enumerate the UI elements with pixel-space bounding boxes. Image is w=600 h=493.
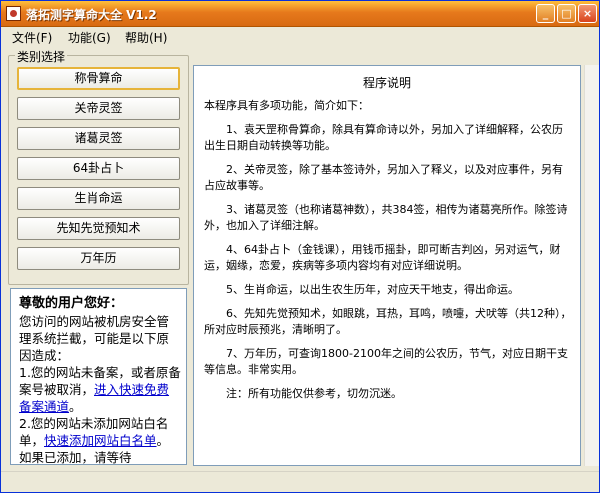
description-title: 程序说明 xyxy=(362,76,411,90)
description-item-6: 6、先知先觉预知术，如眼跳，耳热，耳鸣，喷嚏，犬吠等（共12种），所对应时辰预兆… xyxy=(204,307,572,336)
notice-item-2: 2.您的网站未添加网站白名单，快速添加网站白名单。如果已添加，请等待 xyxy=(19,415,181,464)
menu-function[interactable]: 功能(G) xyxy=(68,29,111,46)
description-item-2: 2、关帝灵签，除了基本签诗外，另加入了释义，以及对应事件，另有占应故事等。 xyxy=(204,163,563,192)
blocked-notice-panel: 尊敬的用户您好： 您访问的网站被机房安全管理系统拦截，可能是以下原因造成： 1.… xyxy=(10,288,187,465)
vertical-scrollbar[interactable] xyxy=(584,65,599,466)
description-item-4: 4、64卦占卜（金钱课），用钱币摇卦，即可断吉判凶，另对运气，财运，姻缘，恋爱，… xyxy=(204,243,561,272)
app-icon[interactable] xyxy=(6,6,21,21)
description-item-5: 5、生肖命运，以出生农生历年，对应天干地支，得出命运。 xyxy=(226,283,519,296)
notice-paragraph: 您访问的网站被机房安全管理系统拦截，可能是以下原因造成： xyxy=(19,314,170,363)
whitelist-link[interactable]: 快速添加网站白名单 xyxy=(44,433,157,448)
notice-item-1: 1.您的网站未备案，或者原备案号被取消，进入快速免费备案通道。 xyxy=(19,364,181,415)
description-item-7: 7、万年历，可查询1800-2100年之间的公农历，节气，对应日期干支等信息。非… xyxy=(204,347,568,376)
category-button-guandi[interactable]: 关帝灵签 xyxy=(17,97,180,120)
description-intro: 本程序具有多项功能，简介如下： xyxy=(204,99,369,112)
menu-bar: 文件(F) 功能(G) 帮助(H) xyxy=(1,27,599,46)
description-item-3: 3、诸葛灵签（也称诸葛神数），共384签，相传为诸葛亮所作。除签诗外，也加入了详… xyxy=(204,203,568,232)
description-body: 本程序具有多项功能，简介如下： 1、袁天罡称骨算命，除具有算命诗以外，另加入了详… xyxy=(204,98,572,410)
menu-help[interactable]: 帮助(H) xyxy=(125,29,167,46)
status-bar xyxy=(1,471,599,492)
title-bar[interactable]: 落拓测字算命大全 V1.2 _ □ × xyxy=(1,1,599,27)
description-item-1: 1、袁天罡称骨算命，除具有算命诗以外，另加入了详细解释，公农历出生日期自动转换等… xyxy=(204,123,563,152)
category-button-zhuge[interactable]: 诸葛灵签 xyxy=(17,127,180,150)
description-note: 注：所有功能仅供参考，切勿沉迷。 xyxy=(226,387,402,400)
menu-file[interactable]: 文件(F) xyxy=(12,29,52,46)
maximize-button[interactable]: □ xyxy=(557,4,576,23)
notice-heading: 尊敬的用户您好： xyxy=(19,296,124,311)
category-group-label: 类别选择 xyxy=(15,48,68,65)
description-panel[interactable]: 程序说明 本程序具有多项功能，简介如下： 1、袁天罡称骨算命，除具有算命诗以外，… xyxy=(193,65,581,466)
notice-item-1-end: 。 xyxy=(69,399,82,414)
category-button-64gua[interactable]: 64卦占卜 xyxy=(17,157,180,180)
category-button-shengxiao[interactable]: 生肖命运 xyxy=(17,187,180,210)
minimize-button[interactable]: _ xyxy=(536,4,555,23)
window-title: 落拓测字算命大全 V1.2 xyxy=(26,8,157,22)
category-button-wannianli[interactable]: 万年历 xyxy=(17,247,180,270)
main-window: 落拓测字算命大全 V1.2 _ □ × 文件(F) 功能(G) 帮助(H) 类别… xyxy=(0,0,600,493)
category-button-chenggu[interactable]: 称骨算命 xyxy=(17,67,180,90)
close-button[interactable]: × xyxy=(578,4,597,23)
category-button-yuzhi[interactable]: 先知先觉预知术 xyxy=(17,217,180,240)
